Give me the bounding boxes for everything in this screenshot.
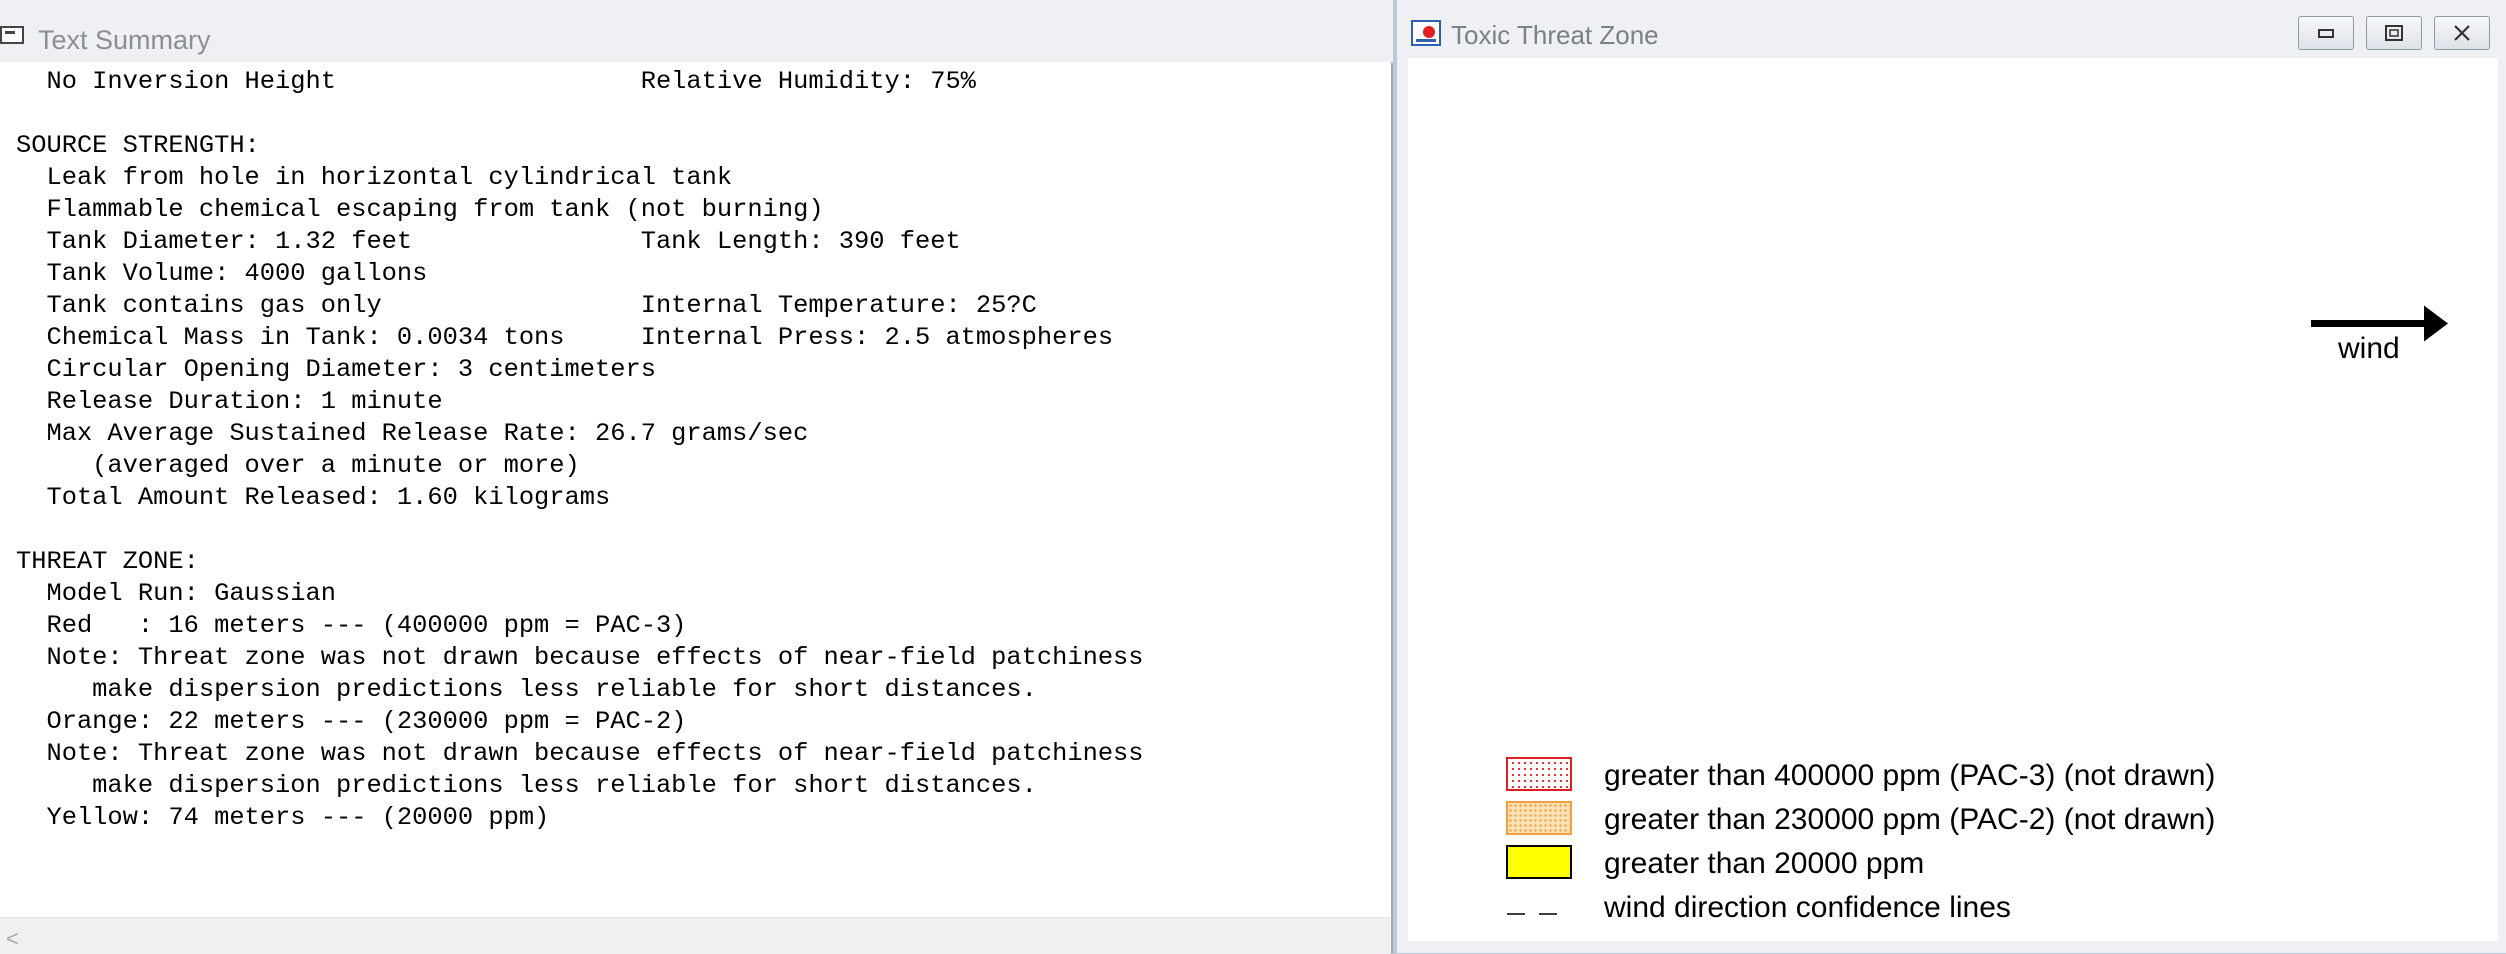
wind-label: wind <box>2337 332 2400 365</box>
minimize-icon <box>2318 29 2334 38</box>
legend-label: wind direction confidence lines <box>1603 891 2011 924</box>
summary-line: Flammable chemical escaping from tank (n… <box>16 195 824 224</box>
summary-line: (averaged over a minute or more) <box>16 451 580 480</box>
summary-line: Red : 16 meters --- (400000 ppm = PAC-3) <box>16 611 687 640</box>
text-summary-content: No Inversion Height Relative Humidity: 7… <box>0 62 1390 917</box>
text-summary-window: Text Summary No Inversion Height Relativ… <box>0 0 1393 954</box>
wind-arrow-icon <box>2424 305 2448 342</box>
legend-swatch-red <box>1506 757 1572 791</box>
text-summary-app-icon <box>0 26 24 44</box>
scroll-left-arrow-icon[interactable]: < <box>6 926 19 952</box>
threat-zone-app-icon <box>1411 20 1441 46</box>
summary-line: Tank Volume: 4000 gallons <box>16 259 428 288</box>
restore-icon <box>2385 25 2403 41</box>
threat-zone-titlebar[interactable]: Toxic Threat Zone <box>1397 0 2506 58</box>
text-summary-title: Text Summary <box>38 25 211 55</box>
summary-line: Note: Threat zone was not drawn because … <box>16 739 1144 768</box>
summary-line: make dispersion predictions less reliabl… <box>16 675 1037 704</box>
summary-line: Leak from hole in horizontal cylindrical… <box>16 163 733 192</box>
summary-line: Yellow: 74 meters --- (20000 ppm) <box>16 803 550 832</box>
close-icon <box>2454 25 2470 41</box>
summary-line: Circular Opening Diameter: 3 centimeters <box>16 355 656 384</box>
legend-label: greater than 400000 ppm (PAC-3) (not dra… <box>1604 759 2215 792</box>
restore-button[interactable] <box>2366 16 2422 50</box>
threat-zone-window: Toxic Threat Zone wind greater than 4000… <box>1397 0 2506 953</box>
summary-line: Tank Diameter: 1.32 feet Tank Length: 39… <box>16 227 961 256</box>
threat-zone-plot-area: metersmeters402002040020406080100 wind g… <box>1408 58 2498 941</box>
summary-line: Orange: 22 meters --- (230000 ppm = PAC-… <box>16 707 687 736</box>
legend-label: greater than 230000 ppm (PAC-2) (not dra… <box>1604 803 2215 836</box>
horizontal-scrollbar[interactable]: < <box>0 917 1390 954</box>
summary-line: Tank contains gas only Internal Temperat… <box>16 291 1037 320</box>
summary-line: THREAT ZONE: <box>16 547 199 576</box>
close-button[interactable] <box>2434 16 2490 50</box>
summary-line: Model Run: Gaussian <box>16 579 336 608</box>
summary-line: Total Amount Released: 1.60 kilograms <box>16 483 611 512</box>
minimize-button[interactable] <box>2298 16 2354 50</box>
summary-line: make dispersion predictions less reliabl… <box>16 771 1037 800</box>
threat-zone-title: Toxic Threat Zone <box>1451 20 1659 50</box>
legend-swatch-yellow <box>1506 845 1572 879</box>
summary-line: Release Duration: 1 minute <box>16 387 443 416</box>
summary-line: Chemical Mass in Tank: 0.0034 tons Inter… <box>16 323 1114 352</box>
summary-line: Max Average Sustained Release Rate: 26.7… <box>16 419 809 448</box>
legend-swatch-orange <box>1506 801 1572 835</box>
summary-line: No Inversion Height Relative Humidity: 7… <box>16 67 976 96</box>
summary-line: SOURCE STRENGTH: <box>16 131 260 160</box>
threat-zone-chart: metersmeters402002040020406080100 wind g… <box>1506 305 2448 924</box>
summary-line: Note: Threat zone was not drawn because … <box>16 643 1144 672</box>
text-summary-titlebar[interactable]: Text Summary <box>0 0 1393 63</box>
legend-label: greater than 20000 ppm <box>1604 847 1924 880</box>
